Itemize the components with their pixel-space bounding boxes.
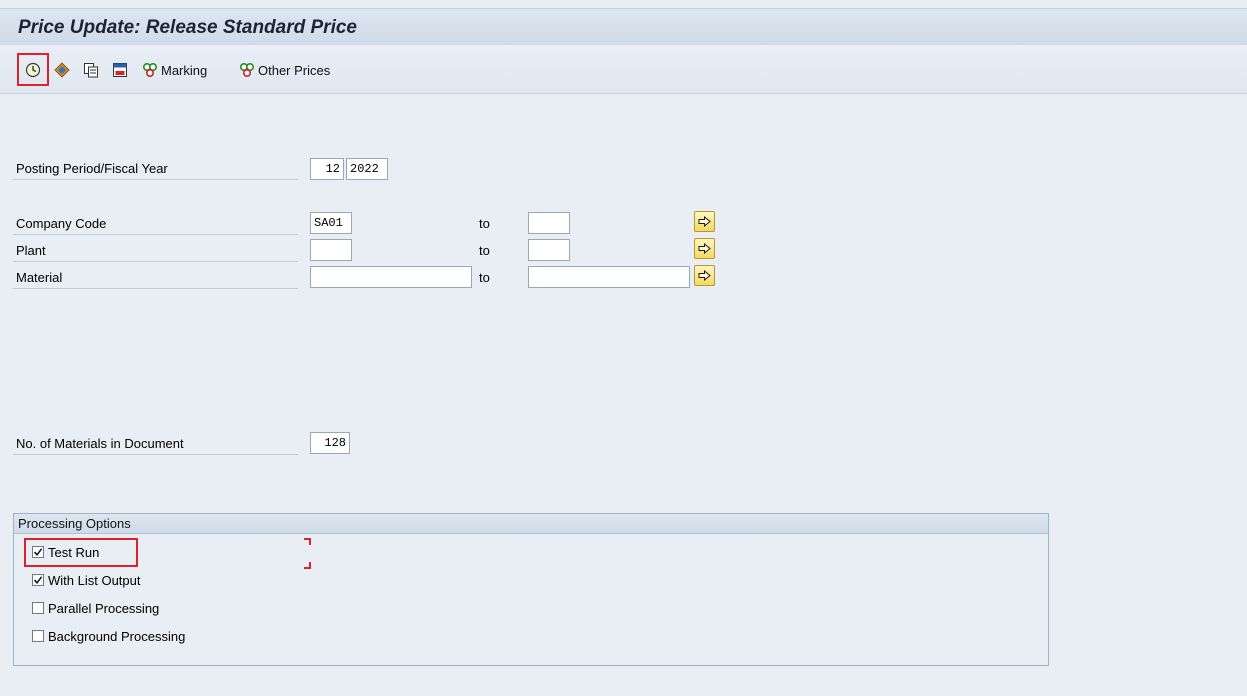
parallel-processing-checkbox[interactable] xyxy=(32,602,44,614)
get-variant-button[interactable] xyxy=(53,60,71,80)
plant-to-field[interactable] xyxy=(528,239,570,261)
test-run-highlight xyxy=(24,538,138,567)
execute-highlight xyxy=(17,53,49,86)
background-processing-checkbox-row[interactable]: Background Processing xyxy=(32,627,185,645)
corner-bracket-top xyxy=(304,538,311,545)
other-prices-icon xyxy=(238,61,256,79)
posting-period-field[interactable]: 12 xyxy=(310,158,344,180)
arrow-right-icon xyxy=(698,216,711,227)
plant-from-field[interactable] xyxy=(310,239,352,261)
posting-period-label: Posting Period/Fiscal Year xyxy=(13,158,298,180)
company-code-label: Company Code xyxy=(13,213,298,235)
parallel-processing-label: Parallel Processing xyxy=(48,600,160,616)
marking-label: Marking xyxy=(161,62,208,78)
company-code-multiple-selection-button[interactable] xyxy=(694,211,715,232)
company-code-from-field[interactable]: SA01 xyxy=(310,212,352,234)
arrow-right-icon xyxy=(698,270,711,281)
material-multiple-selection-button[interactable] xyxy=(694,265,715,286)
marking-button[interactable]: Marking xyxy=(141,60,207,80)
list-output-checkbox[interactable] xyxy=(32,574,44,586)
material-to-label: to xyxy=(479,270,490,285)
no-materials-field[interactable]: 128 xyxy=(310,432,350,454)
save-variant-icon xyxy=(111,61,129,79)
plant-label: Plant xyxy=(13,240,298,262)
list-output-label: With List Output xyxy=(48,572,141,588)
plant-multiple-selection-button[interactable] xyxy=(694,238,715,259)
material-to-field[interactable] xyxy=(528,266,690,288)
title-bar: Price Update: Release Standard Price xyxy=(0,8,1247,46)
parallel-processing-checkbox-row[interactable]: Parallel Processing xyxy=(32,599,159,617)
company-code-to-field[interactable] xyxy=(528,212,570,234)
copy-icon xyxy=(82,61,100,79)
fiscal-year-field[interactable]: 2022 xyxy=(346,158,388,180)
material-from-field[interactable] xyxy=(310,266,472,288)
save-variant-button[interactable] xyxy=(111,60,129,80)
plant-to-label: to xyxy=(479,243,490,258)
background-processing-label: Background Processing xyxy=(48,628,186,644)
processing-options-group: Processing Options Test Run With List Ou… xyxy=(13,513,1049,666)
corner-bracket-bottom xyxy=(304,562,311,569)
checkmark-icon xyxy=(33,576,43,584)
background-processing-checkbox[interactable] xyxy=(32,630,44,642)
copy-button[interactable] xyxy=(82,60,100,80)
variant-icon xyxy=(53,61,71,79)
arrow-right-icon xyxy=(698,243,711,254)
no-materials-label: No. of Materials in Document xyxy=(13,433,298,455)
company-code-to-label: to xyxy=(479,216,490,231)
processing-options-title: Processing Options xyxy=(14,514,1048,534)
application-toolbar: Marking Other Prices xyxy=(0,45,1247,94)
marking-icon xyxy=(141,61,159,79)
list-output-checkbox-row[interactable]: With List Output xyxy=(32,571,140,589)
other-prices-label: Other Prices xyxy=(258,62,331,78)
page-title: Price Update: Release Standard Price xyxy=(18,17,357,38)
other-prices-button[interactable]: Other Prices xyxy=(238,60,330,80)
material-label: Material xyxy=(13,267,298,289)
